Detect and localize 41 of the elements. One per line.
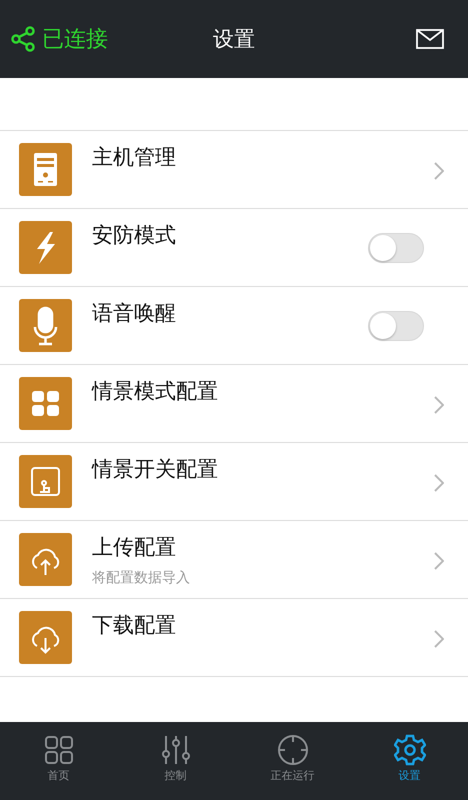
- grid-icon: [19, 377, 72, 430]
- chevron-icon: [434, 162, 444, 180]
- toggle-switch[interactable]: [368, 311, 424, 341]
- setting-title: 安防模式: [92, 222, 176, 249]
- share-icon[interactable]: [10, 26, 36, 52]
- nav-tab[interactable]: 首页: [0, 722, 117, 800]
- setting-subtitle: 将配置数据导入: [92, 569, 190, 587]
- setting-title: 情景模式配置: [92, 378, 218, 405]
- settings-icon: [394, 734, 426, 766]
- connection-status: 已连接: [42, 26, 108, 54]
- computer-tower-icon: [19, 143, 72, 196]
- mail-icon[interactable]: [416, 29, 444, 49]
- settings-row[interactable]: 上传配置 将配置数据导入: [0, 521, 468, 599]
- touch-icon: [19, 455, 72, 508]
- nav-tab[interactable]: 设置: [351, 722, 468, 800]
- nav-tab[interactable]: 正在运行: [234, 722, 351, 800]
- cloud-upload-icon: [19, 533, 72, 586]
- setting-title: 主机管理: [92, 144, 176, 171]
- settings-row[interactable]: 主机管理: [0, 131, 468, 209]
- page-title: 设置: [213, 26, 255, 53]
- settings-row[interactable]: 下载配置: [0, 599, 468, 677]
- settings-row[interactable]: 情景开关配置: [0, 443, 468, 521]
- crosshair-icon: [276, 734, 308, 766]
- settings-row[interactable]: 情景模式配置: [0, 365, 468, 443]
- setting-title: 情景开关配置: [92, 456, 218, 483]
- setting-title: 下载配置: [92, 612, 176, 639]
- cloud-download-icon: [19, 611, 72, 664]
- settings-row[interactable]: 安防模式: [0, 209, 468, 287]
- setting-title: 上传配置: [92, 534, 176, 561]
- microphone-icon: [19, 299, 72, 352]
- chevron-icon: [434, 552, 444, 570]
- lightning-icon: [19, 221, 72, 274]
- sliders-icon: [160, 734, 192, 766]
- chevron-icon: [434, 396, 444, 414]
- nav-tab[interactable]: 控制: [117, 722, 234, 800]
- grid-icon: [42, 734, 74, 766]
- settings-row[interactable]: 语音唤醒: [0, 287, 468, 365]
- chevron-icon: [434, 630, 444, 648]
- setting-title: 语音唤醒: [92, 300, 176, 327]
- toggle-switch[interactable]: [368, 233, 424, 263]
- chevron-icon: [434, 474, 444, 492]
